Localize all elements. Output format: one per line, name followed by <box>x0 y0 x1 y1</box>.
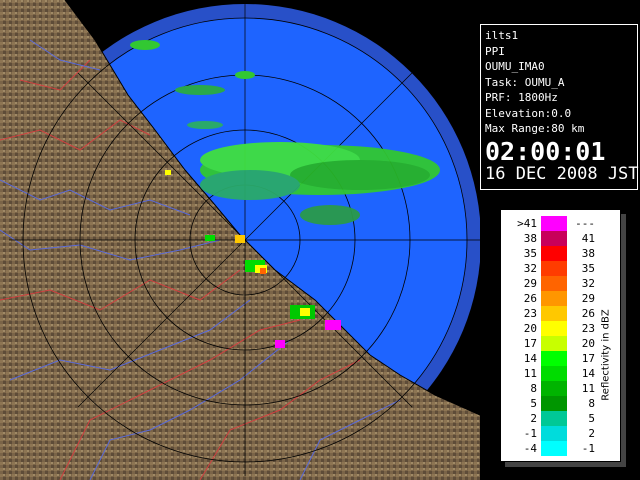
legend-color-swatch <box>541 411 567 426</box>
legend-color-swatch <box>541 396 567 411</box>
legend-lower-bound: 5 <box>530 397 537 410</box>
legend-lower-bound: -1 <box>523 427 537 440</box>
legend-lower-bound: 11 <box>523 367 537 380</box>
legend-upper-bound: 8 <box>588 397 595 410</box>
legend-color-swatch <box>541 276 567 291</box>
legend-lower-bound: -4 <box>523 442 537 455</box>
legend-color-swatch <box>541 261 567 276</box>
info-panel: ilts1 PPI OUMU_IMA0 Task: OUMU_A PRF: 18… <box>480 24 639 190</box>
legend-color-swatch <box>541 381 567 396</box>
legend-color-swatch <box>541 246 567 261</box>
legend-upper-bound: 5 <box>588 412 595 425</box>
observation-date: 16 DEC 2008 JST <box>485 163 639 184</box>
legend-row: 38 41 <box>507 231 617 246</box>
legend-color-swatch <box>541 216 567 231</box>
legend-lower-bound: >41 <box>517 217 537 230</box>
station-id: ilts1 <box>485 29 519 42</box>
legend-upper-bound: 11 <box>581 382 595 395</box>
legend-lower-bound: 23 <box>523 307 537 320</box>
scan-mode: PPI <box>485 44 505 58</box>
legend-upper-bound: 41 <box>581 232 595 245</box>
legend-color-swatch <box>541 231 567 246</box>
legend-upper-bound: -1 <box>581 442 595 455</box>
legend-lower-bound: 32 <box>523 262 537 275</box>
radar-ppi-display <box>0 0 480 480</box>
legend-lower-bound: 38 <box>523 232 537 245</box>
legend-color-swatch <box>541 351 567 366</box>
legend-upper-bound: 14 <box>581 367 595 380</box>
legend-upper-bound: 20 <box>581 337 595 350</box>
legend-color-swatch <box>541 426 567 441</box>
legend-color-swatch <box>541 441 567 456</box>
legend-lower-bound: 35 <box>523 247 537 260</box>
legend-upper-bound: 35 <box>581 262 595 275</box>
legend-upper-bound: 32 <box>581 277 595 290</box>
legend-lower-bound: 29 <box>523 277 537 290</box>
reflectivity-legend: >41 --- 38 41 35 38 32 35 29 32 26 29 23 26 20 23 17 20 14… <box>500 209 621 462</box>
prf-value: PRF: 1800Hz <box>485 91 558 104</box>
legend-unit-label: Reflectivity in dBZ <box>600 309 612 401</box>
legend-color-swatch <box>541 336 567 351</box>
radar-map <box>0 0 480 480</box>
legend-upper-bound: 26 <box>581 307 595 320</box>
legend-lower-bound: 8 <box>530 382 537 395</box>
legend-upper-bound: 23 <box>581 322 595 335</box>
legend-color-swatch <box>541 306 567 321</box>
legend-color-swatch <box>541 321 567 336</box>
legend-lower-bound: 26 <box>523 292 537 305</box>
legend-row: >41 --- <box>507 216 617 231</box>
legend-upper-bound: 2 <box>588 427 595 440</box>
legend-lower-bound: 17 <box>523 337 537 350</box>
product-name: OUMU_IMA0 <box>485 60 545 73</box>
elevation-value: Elevation:0.0 <box>485 106 572 120</box>
legend-upper-bound: 38 <box>581 247 595 260</box>
legend-lower-bound: 20 <box>523 322 537 335</box>
legend-lower-bound: 14 <box>523 352 537 365</box>
legend-upper-bound: --- <box>575 217 595 230</box>
legend-row: 35 38 <box>507 246 617 261</box>
task-name: Task: OUMU_A <box>485 75 565 89</box>
legend-row: -4 -1 <box>507 441 617 456</box>
legend-color-swatch <box>541 366 567 381</box>
max-range-value: Max Range:80 km <box>485 122 585 135</box>
legend-upper-bound: 17 <box>581 352 595 365</box>
legend-color-swatch <box>541 291 567 306</box>
legend-upper-bound: 29 <box>581 292 595 305</box>
observation-time: 02:00:01 <box>485 136 606 166</box>
legend-lower-bound: 2 <box>530 412 537 425</box>
